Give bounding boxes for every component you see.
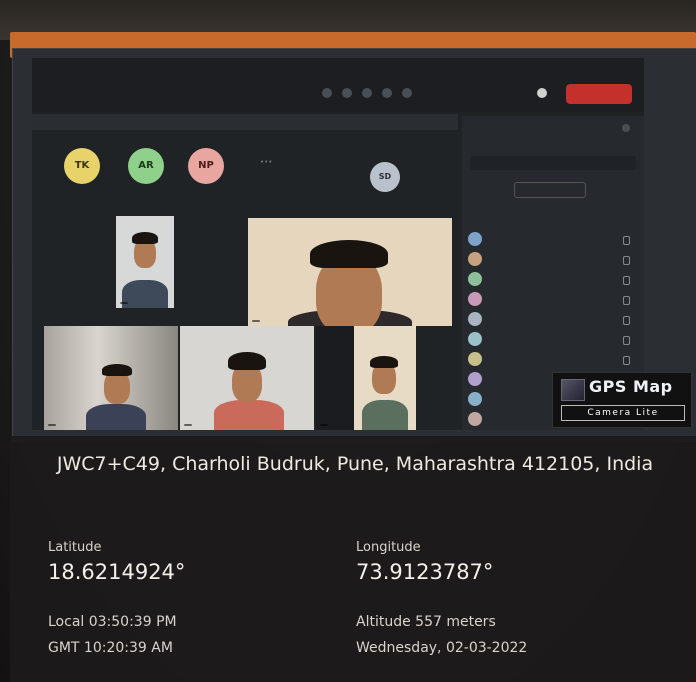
video-tile[interactable] — [116, 216, 174, 308]
participant-row[interactable] — [468, 330, 636, 350]
avatar-initials: AR — [138, 160, 154, 171]
participant-row[interactable] — [468, 350, 636, 370]
participant-avatar-icon — [468, 412, 482, 426]
participant-row[interactable] — [468, 230, 636, 250]
participant-row[interactable] — [468, 290, 636, 310]
participant-avatar-icon — [468, 252, 482, 266]
mic-icon — [623, 336, 630, 345]
close-icon[interactable] — [622, 124, 630, 132]
local-time: Local 03:50:39 PM — [48, 614, 177, 630]
participants-search-input[interactable] — [470, 156, 636, 170]
longitude-value: 73.9123787° — [356, 560, 494, 584]
people-icon[interactable] — [342, 88, 352, 98]
gmt-time: GMT 10:20:39 AM — [48, 640, 173, 656]
mic-icon — [623, 236, 630, 245]
participant-avatar-icon — [468, 312, 482, 326]
watermark-title: GPS Map — [589, 377, 673, 396]
participant-row[interactable] — [468, 270, 636, 290]
mic-icon — [623, 356, 630, 365]
view-icon[interactable] — [382, 88, 392, 98]
address-text: JWC7+C49, Charholi Budruk, Pune, Maharas… — [56, 453, 654, 475]
longitude-label: Longitude — [356, 540, 421, 555]
participant-avatar: TK — [64, 148, 100, 184]
avatar-initials: NP — [198, 160, 214, 171]
avatar-initials: SD — [378, 172, 392, 181]
reactions-icon[interactable] — [362, 88, 372, 98]
participant-avatar-icon — [468, 372, 482, 386]
video-tile-spotlight[interactable] — [248, 218, 452, 326]
participant-row[interactable] — [468, 310, 636, 330]
participant-avatar-icon — [468, 232, 482, 246]
more-icon[interactable] — [402, 88, 412, 98]
altitude-text: Altitude 557 meters — [356, 614, 496, 630]
video-tile[interactable] — [354, 326, 416, 430]
chat-icon[interactable] — [322, 88, 332, 98]
share-invite-button[interactable] — [514, 182, 586, 198]
video-tile-name — [320, 424, 328, 426]
location-info-panel: JWC7+C49, Charholi Budruk, Pune, Maharas… — [10, 436, 696, 682]
mic-icon — [623, 256, 630, 265]
mic-icon — [623, 296, 630, 305]
video-tile-name — [48, 424, 56, 426]
leave-meeting-button[interactable] — [566, 84, 632, 104]
video-tile-name — [120, 302, 128, 304]
avatar-initials: TK — [74, 160, 90, 171]
participant-avatar: SD — [370, 162, 400, 192]
participant-avatar: AR — [128, 148, 164, 184]
mic-icon — [623, 276, 630, 285]
participant-avatar-icon — [468, 392, 482, 406]
participant-avatar-icon — [468, 352, 482, 366]
camera-icon[interactable] — [537, 88, 547, 98]
video-tile[interactable] — [44, 326, 178, 430]
participant-avatar-icon — [468, 292, 482, 306]
map-icon — [561, 379, 585, 401]
video-tile-name — [184, 424, 192, 426]
participant-avatar: NP — [188, 148, 224, 184]
participant-avatar-icon — [468, 332, 482, 346]
latitude-value: 18.6214924° — [48, 560, 186, 584]
date-text: Wednesday, 02-03-2022 — [356, 640, 528, 656]
video-tile-name — [252, 320, 260, 322]
latitude-label: Latitude — [48, 540, 102, 555]
mic-icon — [623, 316, 630, 325]
participant-avatar-icon — [468, 272, 482, 286]
watermark-subtitle: Camera Lite — [561, 405, 685, 421]
participant-row[interactable] — [468, 250, 636, 270]
recording-banner — [32, 114, 458, 130]
video-tile[interactable] — [180, 326, 314, 430]
gps-map-camera-logo: GPS Map Camera Lite — [552, 372, 692, 428]
more-participants-indicator: ••• — [260, 158, 273, 166]
meeting-toolbar — [32, 58, 644, 112]
